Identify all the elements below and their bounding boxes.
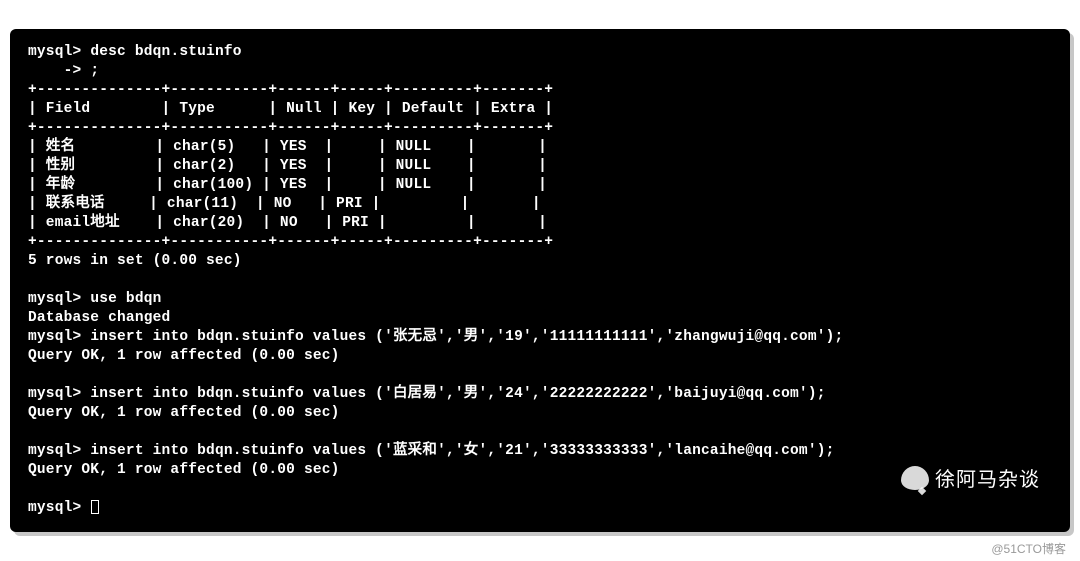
- table-border: +--------------+-----------+------+-----…: [28, 234, 553, 250]
- cmd-insert: insert into bdqn.stuinfo values ('张无忌','…: [90, 329, 843, 345]
- watermark-footer: @51CTO博客: [991, 540, 1066, 557]
- query-ok: Query OK, 1 row affected (0.00 sec): [28, 348, 340, 364]
- watermark-wechat: 徐阿马杂谈: [901, 463, 1040, 492]
- db-changed: Database changed: [28, 310, 170, 326]
- table-row: | email地址 | char(20) | NO | PRI | | |: [28, 215, 547, 231]
- table-row: | 年龄 | char(100) | YES | | NULL | |: [28, 177, 547, 193]
- prompt: mysql>: [28, 329, 81, 345]
- cmd-insert: insert into bdqn.stuinfo values ('蓝采和','…: [90, 443, 834, 459]
- table-header: | Field | Type | Null | Key | Default | …: [28, 101, 553, 117]
- query-ok: Query OK, 1 row affected (0.00 sec): [28, 462, 340, 478]
- cmd-desc: desc bdqn.stuinfo: [90, 44, 241, 60]
- prompt: mysql>: [28, 443, 81, 459]
- rows-in-set: 5 rows in set (0.00 sec): [28, 253, 242, 269]
- terminal-output[interactable]: mysql> desc bdqn.stuinfo -> ; +---------…: [28, 43, 1052, 518]
- cmd-use: use bdqn: [90, 291, 161, 307]
- cmd-cont: ;: [90, 63, 99, 79]
- table-row: | 联系电话 | char(11) | NO | PRI | | |: [28, 196, 541, 212]
- query-ok: Query OK, 1 row affected (0.00 sec): [28, 405, 340, 421]
- table-row: | 性别 | char(2) | YES | | NULL | |: [28, 158, 547, 174]
- cmd-insert: insert into bdqn.stuinfo values ('白居易','…: [90, 386, 825, 402]
- table-border: +--------------+-----------+------+-----…: [28, 82, 553, 98]
- prompt: mysql>: [28, 44, 81, 60]
- table-border: +--------------+-----------+------+-----…: [28, 120, 553, 136]
- prompt: mysql>: [28, 386, 81, 402]
- cursor-icon[interactable]: [91, 500, 99, 514]
- wechat-icon: [901, 466, 929, 490]
- cont-prompt: ->: [28, 63, 90, 79]
- terminal-window: mysql> desc bdqn.stuinfo -> ; +---------…: [10, 29, 1070, 532]
- prompt: mysql>: [28, 291, 81, 307]
- watermark-name: 徐阿马杂谈: [935, 463, 1040, 492]
- prompt: mysql>: [28, 500, 81, 516]
- table-row: | 姓名 | char(5) | YES | | NULL | |: [28, 139, 547, 155]
